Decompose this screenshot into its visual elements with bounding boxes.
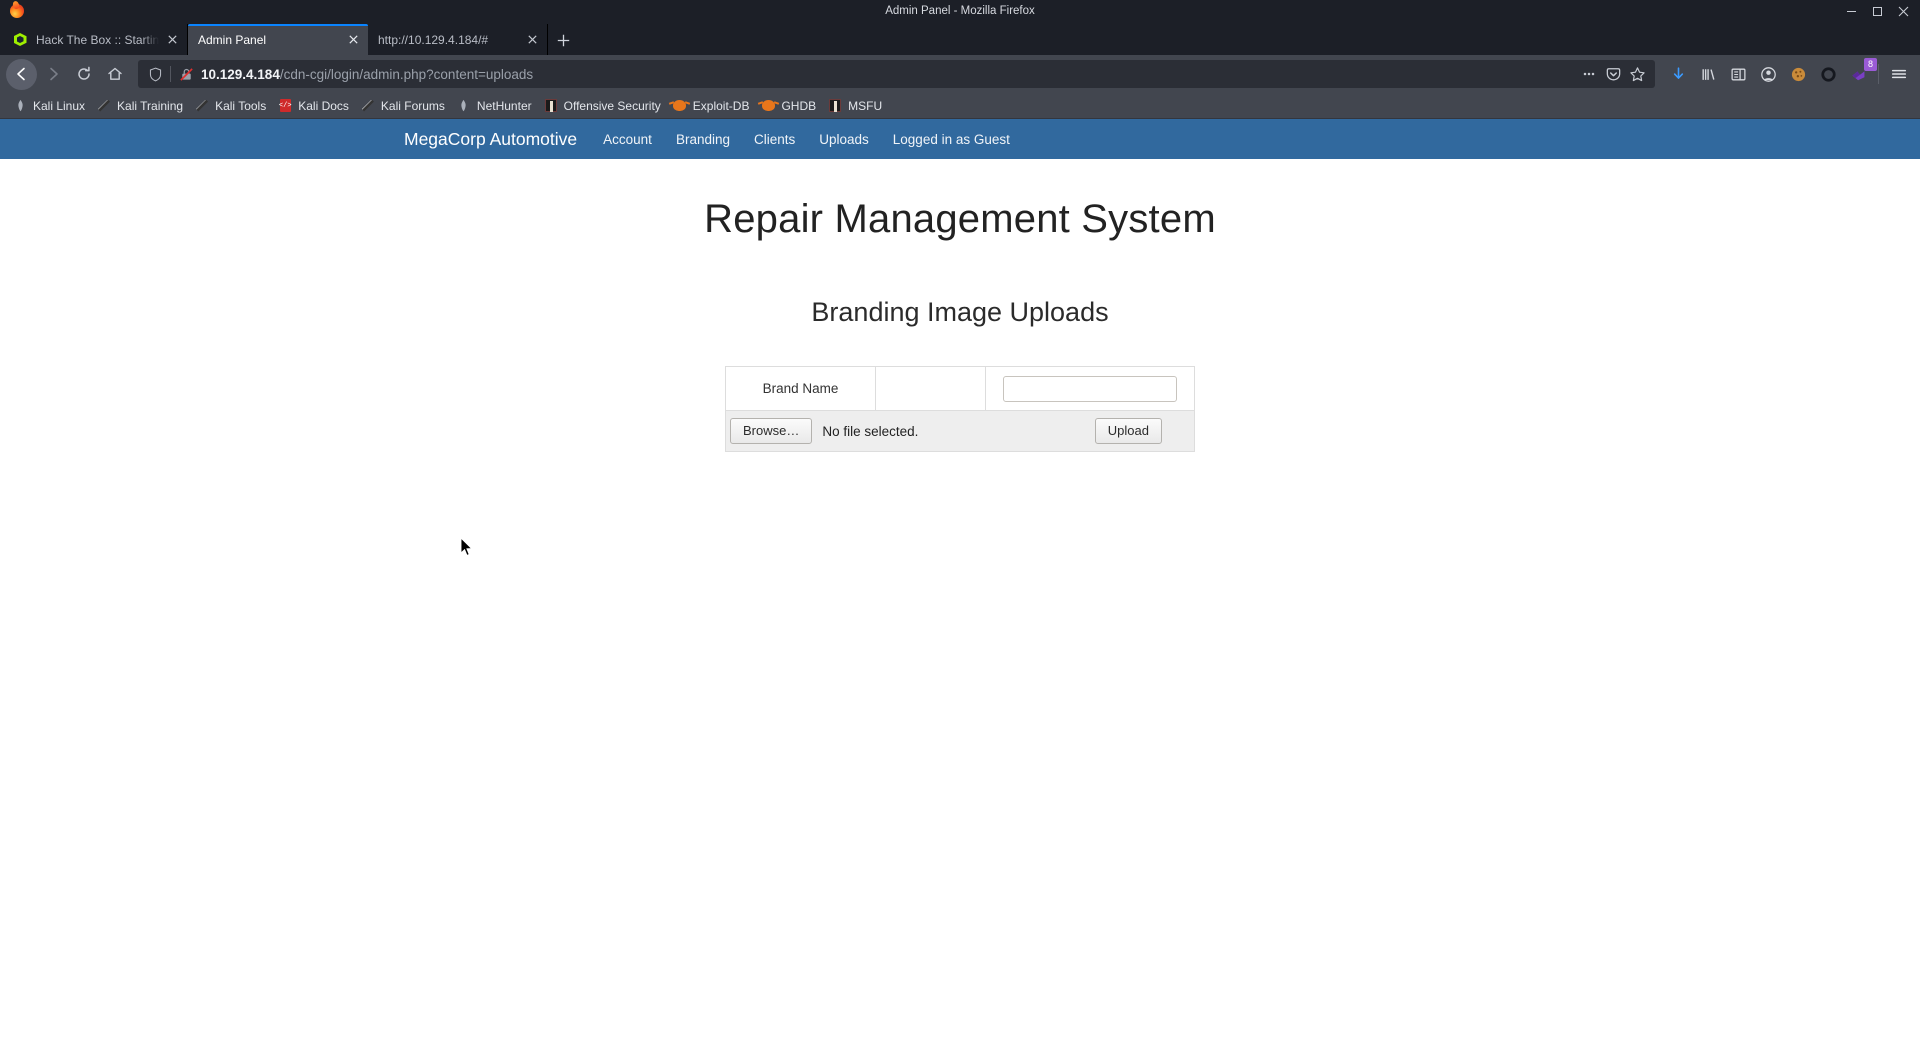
mouse-cursor bbox=[460, 536, 473, 557]
section-title: Branding Image Uploads bbox=[811, 297, 1109, 327]
table-cell-spacer bbox=[875, 366, 986, 411]
home-button[interactable] bbox=[99, 59, 130, 90]
new-tab-button[interactable] bbox=[548, 25, 578, 55]
url-host: 10.129.4.184 bbox=[201, 66, 280, 82]
brand-name-input[interactable] bbox=[1003, 375, 1177, 402]
browser-tab-hackthebox[interactable]: Hack The Box :: Starting P bbox=[2, 24, 188, 55]
url-path: /cdn-cgi/login/admin.php?content=uploads bbox=[279, 66, 534, 82]
pencil-icon bbox=[194, 98, 210, 114]
bug-icon bbox=[760, 98, 776, 114]
bookmark-label: NetHunter bbox=[476, 98, 532, 113]
window-title: Admin Panel - Mozilla Firefox bbox=[885, 5, 1035, 17]
url-text[interactable]: 10.129.4.184/cdn-cgi/login/admin.php?con… bbox=[197, 67, 1577, 82]
extension-circle-icon[interactable] bbox=[1813, 59, 1843, 89]
hackthebox-favicon-icon bbox=[12, 32, 28, 48]
nav-link-clients[interactable]: Clients bbox=[754, 132, 795, 147]
bookmark-label: GHDB bbox=[781, 98, 817, 113]
bug-icon bbox=[672, 98, 688, 114]
account-icon[interactable] bbox=[1753, 59, 1783, 89]
nav-link-branding[interactable]: Branding bbox=[676, 132, 730, 147]
table-row-file-upload: Browse… No file selected. Upload bbox=[725, 410, 1195, 452]
bookmark-label: MSFU bbox=[848, 98, 883, 113]
bookmark-kali-training[interactable]: Kali Training bbox=[92, 95, 190, 117]
cookie-manager-icon[interactable] bbox=[1783, 59, 1813, 89]
bookmark-kali-tools[interactable]: Kali Tools bbox=[190, 95, 273, 117]
close-tab-icon[interactable] bbox=[344, 31, 362, 49]
pencil-icon bbox=[360, 98, 376, 114]
pencil-icon bbox=[96, 98, 112, 114]
site-brand[interactable]: MegaCorp Automotive bbox=[404, 129, 577, 150]
file-upload-cell: Browse… No file selected. Upload bbox=[725, 410, 1195, 452]
insecure-connection-crossed-lock-icon[interactable] bbox=[175, 63, 197, 85]
bookmark-star-icon[interactable] bbox=[1625, 62, 1649, 86]
browser-tab-ip-address[interactable]: http://10.129.4.184/# bbox=[368, 24, 548, 55]
window-titlebar: Admin Panel - Mozilla Firefox bbox=[0, 0, 1920, 22]
bookmark-kali-forums[interactable]: Kali Forums bbox=[356, 95, 452, 117]
page-content: Repair Management System Branding Image … bbox=[0, 159, 1920, 452]
file-status-text: No file selected. bbox=[822, 423, 919, 439]
browser-toolbar: 10.129.4.184/cdn-cgi/login/admin.php?con… bbox=[0, 55, 1920, 93]
close-tab-icon[interactable] bbox=[523, 31, 541, 49]
upload-button[interactable]: Upload bbox=[1094, 418, 1162, 444]
library-icon[interactable] bbox=[1693, 59, 1723, 89]
page-viewport: MegaCorp Automotive Account Branding Cli… bbox=[0, 119, 1920, 1049]
bookmark-label: Kali Linux bbox=[33, 98, 86, 113]
tab-title: http://10.129.4.184/# bbox=[378, 32, 489, 47]
page-actions-icon[interactable] bbox=[1577, 62, 1601, 86]
bookmark-label: Kali Training bbox=[117, 98, 184, 113]
tab-title: Hack The Box :: Starting P bbox=[36, 32, 159, 47]
tab-title: Admin Panel bbox=[198, 32, 267, 47]
bookmark-label: Kali Forums bbox=[380, 98, 445, 113]
extension-badge-count: 8 bbox=[1864, 58, 1877, 71]
tracking-protection-shield-icon[interactable] bbox=[144, 63, 166, 85]
save-to-pocket-icon[interactable] bbox=[1601, 62, 1625, 86]
extension-purple-icon[interactable]: 8 bbox=[1843, 58, 1877, 89]
app-menu-icon[interactable] bbox=[1884, 59, 1914, 89]
tab-strip: Hack The Box :: Starting P Admin Panel h… bbox=[0, 22, 1920, 55]
brand-name-label: Brand Name bbox=[725, 366, 876, 411]
bookmark-exploit-db[interactable]: Exploit-DB bbox=[668, 95, 757, 117]
offsec-icon bbox=[827, 98, 843, 114]
browser-tab-admin-panel[interactable]: Admin Panel bbox=[188, 24, 368, 55]
bookmark-label: Exploit-DB bbox=[692, 98, 750, 113]
downloads-icon[interactable] bbox=[1663, 59, 1693, 89]
window-controls bbox=[1838, 0, 1916, 22]
bookmark-label: Kali Tools bbox=[215, 98, 267, 113]
forward-button[interactable] bbox=[37, 59, 68, 90]
page-title: Repair Management System bbox=[704, 197, 1216, 241]
table-row-brand-name: Brand Name bbox=[725, 366, 1195, 411]
bookmark-label: Kali Docs bbox=[298, 98, 349, 113]
book-icon: </> bbox=[277, 98, 293, 114]
offsec-icon bbox=[543, 98, 559, 114]
urlbar-divider bbox=[170, 66, 171, 82]
maximize-icon[interactable] bbox=[1864, 0, 1890, 22]
bookmark-kali-linux[interactable]: Kali Linux bbox=[8, 95, 92, 117]
address-bar[interactable]: 10.129.4.184/cdn-cgi/login/admin.php?con… bbox=[138, 60, 1655, 88]
bookmark-ghdb[interactable]: GHDB bbox=[756, 95, 823, 117]
bookmark-kali-docs[interactable]: </> Kali Docs bbox=[273, 95, 356, 117]
back-button[interactable] bbox=[6, 58, 37, 90]
firefox-logo-icon bbox=[4, 0, 30, 22]
bookmarks-toolbar: Kali Linux Kali Training Kali Tools </> … bbox=[0, 93, 1920, 119]
nav-link-logged-in-as-guest[interactable]: Logged in as Guest bbox=[893, 132, 1010, 147]
nav-link-account[interactable]: Account bbox=[603, 132, 652, 147]
toolbar-right-icons: 8 bbox=[1663, 58, 1914, 89]
close-window-icon[interactable] bbox=[1890, 0, 1916, 22]
dragon-icon bbox=[12, 98, 28, 114]
brand-name-input-cell bbox=[985, 366, 1195, 411]
bookmark-offensive-security[interactable]: Offensive Security bbox=[539, 95, 668, 117]
toolbar-divider bbox=[1878, 64, 1879, 84]
dragon-icon bbox=[456, 98, 472, 114]
close-tab-icon[interactable] bbox=[163, 31, 181, 49]
bookmark-nethunter[interactable]: NetHunter bbox=[452, 95, 539, 117]
minimize-icon[interactable] bbox=[1838, 0, 1864, 22]
bookmark-msfu[interactable]: MSFU bbox=[823, 95, 889, 117]
site-navbar: MegaCorp Automotive Account Branding Cli… bbox=[0, 119, 1920, 159]
bookmark-label: Offensive Security bbox=[563, 98, 661, 113]
sidebar-icon[interactable] bbox=[1723, 59, 1753, 89]
upload-form-table: Brand Name Browse… No file selected. Upl… bbox=[725, 366, 1195, 452]
reload-button[interactable] bbox=[68, 59, 99, 90]
nav-link-uploads[interactable]: Uploads bbox=[819, 132, 869, 147]
browse-button[interactable]: Browse… bbox=[730, 418, 813, 444]
